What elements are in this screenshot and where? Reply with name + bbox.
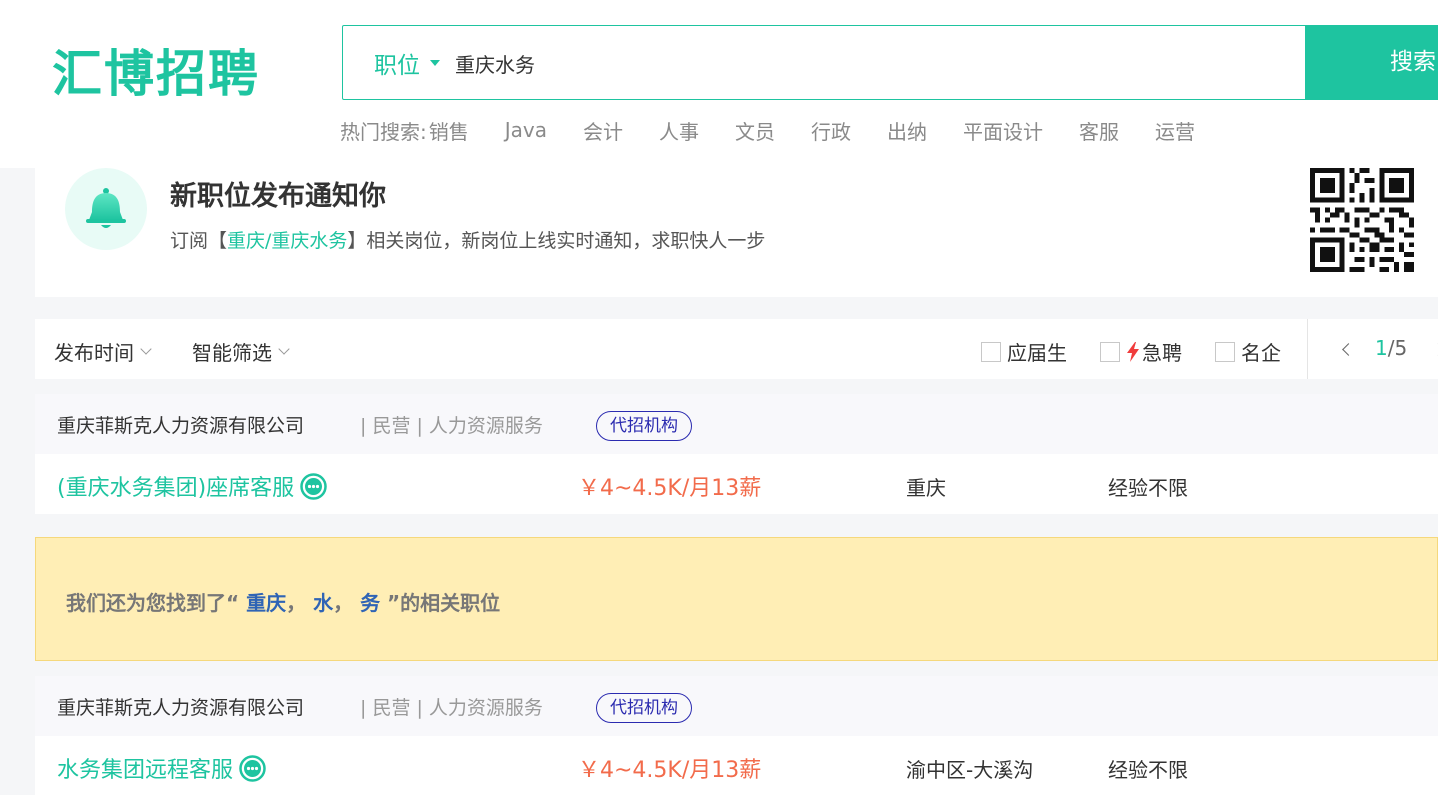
checkbox-box[interactable] — [1100, 341, 1120, 362]
pager-current: 1 — [1375, 336, 1388, 360]
search-input[interactable] — [455, 46, 1275, 80]
job-title-link[interactable]: 水务集团远程客服 — [57, 752, 266, 784]
hot-search-bar: 热门搜索: 销售 Java 会计 人事 文员 行政 出纳 平面设计 客服 运营 — [340, 116, 1231, 144]
hot-keyword[interactable]: 出纳 — [887, 116, 927, 145]
site-header: 汇博招聘 职位 搜索 热门搜索: 销售 Java 会计 人事 文员 行政 出纳 … — [0, 0, 1438, 168]
chevron-right-icon — [1431, 342, 1438, 356]
related-suffix: ”的相关职位 — [387, 591, 501, 615]
graduate-label: 应届生 — [1007, 341, 1067, 365]
company-name[interactable]: 重庆菲斯克人力资源有限公司 — [57, 693, 304, 720]
hot-keyword[interactable]: 客服 — [1079, 116, 1119, 145]
job-card: 重庆菲斯克人力资源有限公司 | 民营 | 人力资源服务 代招机构 水务集团远程客… — [35, 676, 1438, 795]
search-button[interactable]: 搜索 — [1305, 25, 1438, 100]
pager-divider — [1307, 319, 1308, 379]
pager-total: /5 — [1387, 336, 1408, 360]
related-keyword: 水 — [313, 591, 334, 615]
job-salary: ￥4~4.5K/月13薪 — [578, 758, 762, 783]
hot-keyword[interactable]: 销售 — [429, 116, 469, 145]
chevron-down-icon — [278, 343, 290, 355]
job-salary: ￥4~4.5K/月13薪 — [578, 476, 762, 501]
job-title: 水务集团远程客服 — [57, 758, 234, 783]
job-experience: 经验不限 — [1108, 758, 1188, 782]
company-name[interactable]: 重庆菲斯克人力资源有限公司 — [57, 411, 304, 438]
related-sep: ， — [286, 591, 307, 615]
agency-tag: 代招机构 — [596, 411, 692, 441]
company-meta: | 民营 | 人力资源服务 — [360, 697, 543, 719]
job-location: 渝中区-大溪沟 — [906, 758, 1034, 782]
urgent-label: 急聘 — [1142, 341, 1182, 365]
related-jobs-banner: 我们还为您找到了“ 重庆， 水， 务 ”的相关职位 — [35, 537, 1438, 661]
job-location: 重庆 — [906, 476, 946, 500]
hot-keyword[interactable]: 平面设计 — [963, 116, 1043, 145]
company-row: 重庆菲斯克人力资源有限公司 | 民营 | 人力资源服务 代招机构 — [35, 676, 1438, 736]
sort-time-dropdown[interactable]: 发布时间 — [54, 337, 152, 366]
smart-filter-label: 智能筛选 — [192, 341, 272, 365]
related-sep: ， — [333, 591, 354, 615]
chevron-down-icon — [140, 343, 152, 355]
related-jobs-text: 我们还为您找到了“ 重庆， 水， 务 ”的相关职位 — [66, 587, 500, 616]
agency-tag: 代招机构 — [596, 693, 692, 723]
job-title-link[interactable]: (重庆水务集团)座席客服 — [57, 470, 327, 502]
notify-desc: 订阅【重庆/重庆水务】相关岗位，新岗位上线实时通知，求职快人一步 — [170, 226, 765, 253]
hot-keyword[interactable]: 会计 — [583, 116, 623, 145]
smart-filter-dropdown[interactable]: 智能筛选 — [192, 337, 290, 366]
search-type-dropdown[interactable]: 职位 — [374, 48, 440, 79]
chevron-left-icon — [1341, 342, 1355, 356]
famous-company-checkbox[interactable]: 名企 — [1215, 337, 1281, 366]
hot-keyword[interactable]: 人事 — [659, 116, 699, 145]
notify-title: 新职位发布通知你 — [170, 181, 386, 212]
graduate-checkbox[interactable]: 应届生 — [981, 337, 1067, 366]
company-meta: | 民营 | 人力资源服务 — [360, 415, 543, 437]
pager-prev-button[interactable] — [1338, 335, 1358, 363]
famous-company-label: 名企 — [1241, 341, 1281, 365]
checkbox-box[interactable] — [1215, 341, 1235, 362]
urgent-checkbox[interactable]: 急聘 — [1100, 337, 1182, 366]
search-type-label: 职位 — [374, 53, 420, 79]
job-card: 重庆菲斯克人力资源有限公司 | 民营 | 人力资源服务 代招机构 (重庆水务集团… — [35, 394, 1438, 514]
job-experience: 经验不限 — [1108, 476, 1188, 500]
related-prefix: 我们还为您找到了“ — [66, 591, 240, 615]
filter-bar: 发布时间 智能筛选 应届生 急聘 名企 1/5 — [35, 319, 1438, 379]
chat-icon[interactable] — [300, 472, 327, 500]
hot-keyword[interactable]: 运营 — [1155, 116, 1195, 145]
job-title: (重庆水务集团)座席客服 — [57, 476, 295, 501]
hot-keyword[interactable]: 文员 — [735, 116, 775, 145]
hot-search-label: 热门搜索: — [340, 119, 427, 144]
job-notify-card: 新职位发布通知你 订阅【重庆/重庆水务】相关岗位，新岗位上线实时通知，求职快人一… — [35, 168, 1438, 297]
pager-indicator: 1/5 — [1375, 336, 1407, 360]
related-keyword: 重庆 — [246, 591, 287, 615]
company-row: 重庆菲斯克人力资源有限公司 | 民营 | 人力资源服务 代招机构 — [35, 394, 1438, 454]
checkbox-box[interactable] — [981, 341, 1001, 362]
search-box: 职位 — [342, 25, 1306, 100]
notify-desc-prefix: 订阅【 — [170, 230, 228, 252]
bell-icon — [65, 168, 147, 250]
hot-keyword[interactable]: Java — [505, 118, 547, 142]
caret-down-icon — [430, 60, 440, 66]
related-keyword: 务 — [360, 591, 381, 615]
hot-keyword[interactable]: 行政 — [811, 116, 851, 145]
notify-subscribe-keyword[interactable]: 重庆/重庆水务 — [227, 230, 347, 252]
lightning-icon — [1126, 341, 1140, 362]
qr-code-icon — [1310, 168, 1414, 272]
notify-desc-suffix: 】相关岗位，新岗位上线实时通知，求职快人一步 — [347, 230, 766, 252]
chat-icon[interactable] — [239, 754, 266, 782]
site-logo[interactable]: 汇博招聘 — [52, 44, 260, 104]
sort-time-label: 发布时间 — [54, 341, 134, 365]
pager-next-button[interactable] — [1428, 335, 1438, 363]
